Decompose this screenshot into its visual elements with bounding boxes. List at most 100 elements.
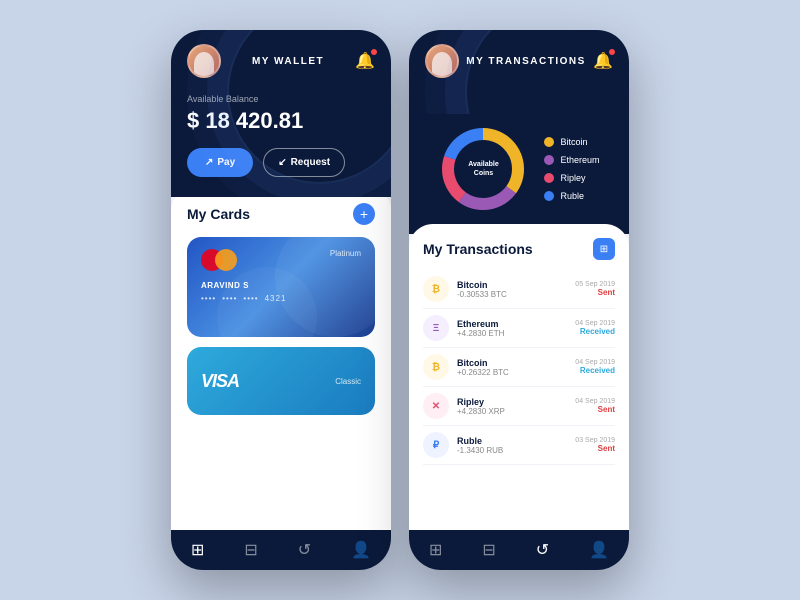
tx-coin-name: Ethereum bbox=[457, 319, 567, 329]
table-row: ₽ Ruble -1.3430 RUB 03 Sep 2019 Sent bbox=[423, 426, 615, 465]
transactions-header: MY TRANSACTIONS 🔔 bbox=[409, 30, 629, 114]
ripley-legend-dot bbox=[544, 173, 554, 183]
tx-coin-name: Ripley bbox=[457, 397, 567, 407]
table-row: ₿ Bitcoin +0.26322 BTC 04 Sep 2019 Recei… bbox=[423, 348, 615, 387]
mc-yellow-circle bbox=[215, 249, 237, 271]
tx-bitcoin2-right: 04 Sep 2019 Received bbox=[575, 359, 615, 375]
nav-history-icon[interactable]: ↺ bbox=[298, 540, 311, 560]
pay-button[interactable]: ↗ Pay bbox=[187, 148, 253, 177]
table-row: Ξ Ethereum +4.2830 ETH 04 Sep 2019 Recei… bbox=[423, 309, 615, 348]
ruble-legend-dot bbox=[544, 191, 554, 201]
legend-ruble: Ruble bbox=[544, 191, 599, 201]
notification-dot bbox=[371, 49, 377, 55]
ripley-icon: ✕ bbox=[423, 393, 449, 419]
ethereum-legend-dot bbox=[544, 155, 554, 165]
pay-arrow-icon: ↗ bbox=[205, 157, 213, 168]
visa-logo: VISA bbox=[201, 371, 239, 392]
request-arrow-icon: ↙ bbox=[278, 157, 286, 168]
bitcoin-icon: ₿ bbox=[423, 276, 449, 302]
my-cards-title: My Cards bbox=[187, 206, 250, 222]
legend-ethereum: Ethereum bbox=[544, 155, 599, 165]
visa-card: VISA Classic bbox=[187, 347, 375, 415]
transactions-notification-dot bbox=[609, 49, 615, 55]
tx-coin-name: Bitcoin bbox=[457, 358, 567, 368]
tx-status-received: Received bbox=[575, 327, 615, 336]
tx-bitcoin-right: 05 Sep 2019 Sent bbox=[575, 281, 615, 297]
tx-ruble-right: 03 Sep 2019 Sent bbox=[575, 437, 615, 453]
action-buttons: ↗ Pay ↙ Request bbox=[187, 148, 375, 177]
donut-chart: AvailableCoins bbox=[438, 124, 528, 214]
tx-date: 04 Sep 2019 bbox=[575, 320, 615, 327]
credit-card-platinum: Platinum ARAVIND S •••• •••• •••• 4321 bbox=[187, 237, 375, 337]
transactions-avatar-silhouette bbox=[432, 52, 452, 76]
nav-home-icon[interactable]: ⊞ bbox=[191, 540, 204, 560]
tx-date: 05 Sep 2019 bbox=[575, 281, 615, 288]
chart-section: AvailableCoins Bitcoin Ethereum Ripley bbox=[409, 114, 629, 234]
tx-ethereum-right: 04 Sep 2019 Received bbox=[575, 320, 615, 336]
ethereum-icon: Ξ bbox=[423, 315, 449, 341]
request-button[interactable]: ↙ Request bbox=[263, 148, 345, 177]
legend-ripley: Ripley bbox=[544, 173, 599, 183]
cards-section-header: My Cards + bbox=[187, 203, 375, 225]
nav-card-icon[interactable]: ⊟ bbox=[244, 540, 257, 560]
card-number: •••• •••• •••• 4321 bbox=[201, 294, 361, 303]
tx-nav-home-icon[interactable]: ⊞ bbox=[429, 540, 442, 560]
transactions-section-title: My Transactions bbox=[423, 241, 533, 257]
card-type-label: Platinum bbox=[330, 249, 361, 258]
ruble-icon: ₽ bbox=[423, 432, 449, 458]
transactions-bottom-nav: ⊞ ⊟ ↺ 👤 bbox=[409, 530, 629, 570]
balance-label: Available Balance bbox=[187, 94, 375, 104]
add-card-button[interactable]: + bbox=[353, 203, 375, 225]
transactions-title: MY TRANSACTIONS bbox=[466, 56, 586, 67]
tx-bitcoin-info: Bitcoin -0.30533 BTC bbox=[457, 280, 567, 299]
tx-nav-history-icon[interactable]: ↺ bbox=[536, 540, 549, 560]
avatar-silhouette bbox=[194, 52, 214, 76]
transactions-section-header: My Transactions ⊞ bbox=[423, 238, 615, 260]
tx-coin-amount: +0.26322 BTC bbox=[457, 368, 567, 377]
nav-profile-icon[interactable]: 👤 bbox=[351, 540, 371, 560]
bitcoin-icon-2: ₿ bbox=[423, 354, 449, 380]
donut-center-label: AvailableCoins bbox=[468, 160, 498, 178]
transactions-section: My Transactions ⊞ ₿ Bitcoin -0.30533 BTC… bbox=[409, 224, 629, 530]
visa-type-label: Classic bbox=[335, 377, 361, 386]
tx-date: 04 Sep 2019 bbox=[575, 359, 615, 366]
table-row: ✕ Ripley +4.2830 XRP 04 Sep 2019 Sent bbox=[423, 387, 615, 426]
tx-coin-amount: +4.2830 ETH bbox=[457, 329, 567, 338]
transactions-avatar bbox=[425, 44, 459, 78]
tx-coin-amount: -1.3430 RUB bbox=[457, 446, 567, 455]
wallet-phone: MY WALLET 🔔 Available Balance $ 18 420.8… bbox=[171, 30, 391, 570]
legend-bitcoin: Bitcoin bbox=[544, 137, 599, 147]
transactions-phone: MY TRANSACTIONS 🔔 bbox=[409, 30, 629, 570]
card-dots-1: •••• bbox=[201, 294, 216, 303]
ethereum-legend-label: Ethereum bbox=[560, 155, 599, 165]
ruble-legend-label: Ruble bbox=[560, 191, 584, 201]
tx-coin-name: Ruble bbox=[457, 436, 567, 446]
transactions-header-row: MY TRANSACTIONS 🔔 bbox=[425, 44, 613, 78]
tx-nav-profile-icon[interactable]: 👤 bbox=[589, 540, 609, 560]
tx-status-sent: Sent bbox=[575, 288, 615, 297]
table-row: ₿ Bitcoin -0.30533 BTC 05 Sep 2019 Sent bbox=[423, 270, 615, 309]
tx-date: 03 Sep 2019 bbox=[575, 437, 615, 444]
card-dots-3: •••• bbox=[243, 294, 258, 303]
filter-button[interactable]: ⊞ bbox=[593, 238, 615, 260]
wallet-header-row: MY WALLET 🔔 bbox=[187, 44, 375, 78]
tx-nav-card-icon[interactable]: ⊟ bbox=[482, 540, 495, 560]
notification-icon[interactable]: 🔔 bbox=[355, 51, 375, 71]
avatar bbox=[187, 44, 221, 78]
tx-coin-name: Bitcoin bbox=[457, 280, 567, 290]
ripley-legend-label: Ripley bbox=[560, 173, 585, 183]
wallet-title: MY WALLET bbox=[252, 56, 324, 67]
tx-coin-amount: +4.2830 XRP bbox=[457, 407, 567, 416]
tx-ethereum-info: Ethereum +4.2830 ETH bbox=[457, 319, 567, 338]
coin-legend: Bitcoin Ethereum Ripley Ruble bbox=[544, 137, 599, 201]
tx-status-received: Received bbox=[575, 366, 615, 375]
tx-status-sent: Sent bbox=[575, 444, 615, 453]
bitcoin-legend-label: Bitcoin bbox=[560, 137, 587, 147]
bitcoin-legend-dot bbox=[544, 137, 554, 147]
tx-status-sent: Sent bbox=[575, 405, 615, 414]
transactions-notification-icon[interactable]: 🔔 bbox=[593, 51, 613, 71]
wallet-header: MY WALLET 🔔 Available Balance $ 18 420.8… bbox=[171, 30, 391, 197]
card-dots-2: •••• bbox=[222, 294, 237, 303]
tx-bitcoin2-info: Bitcoin +0.26322 BTC bbox=[457, 358, 567, 377]
card-holder-name: ARAVIND S bbox=[201, 281, 361, 290]
